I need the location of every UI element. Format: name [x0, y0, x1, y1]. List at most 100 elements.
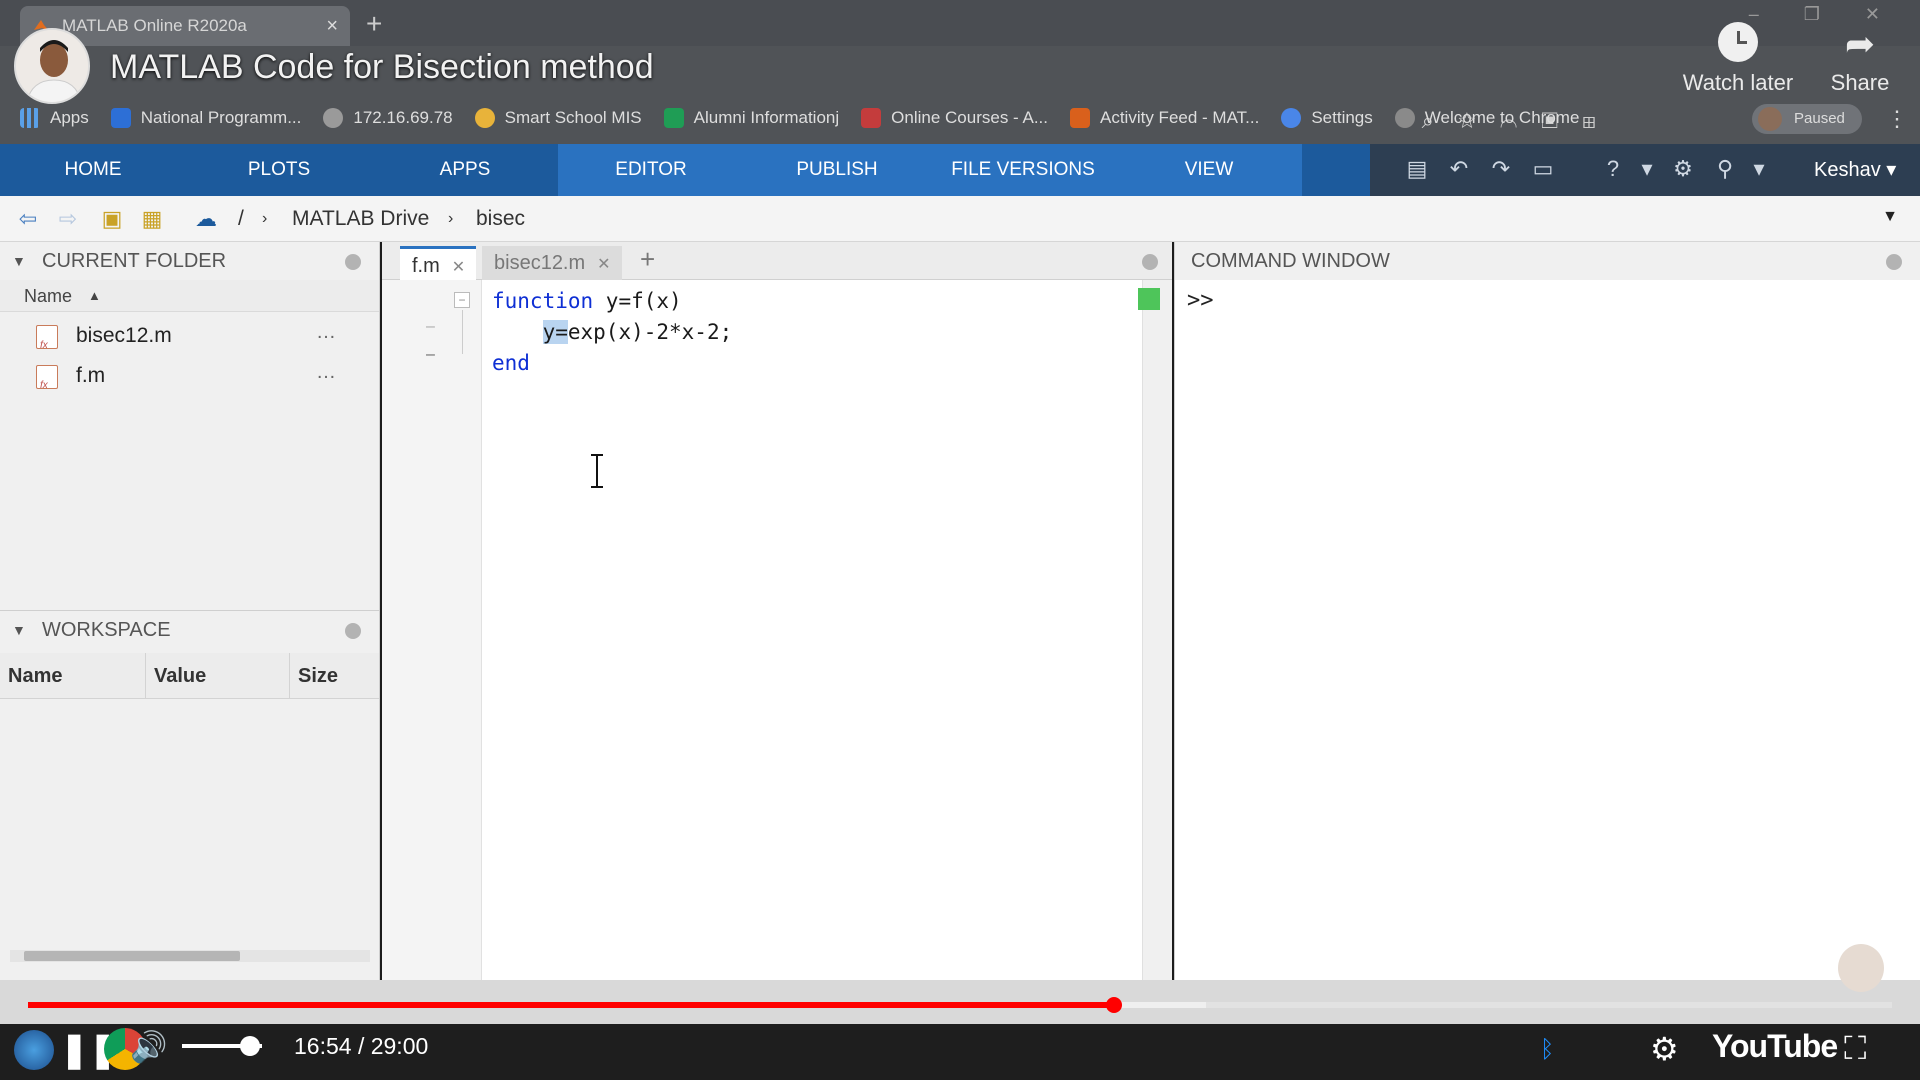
breadcrumb-matlab-drive[interactable]: MATLAB Drive: [292, 207, 429, 231]
close-icon[interactable]: ✕: [452, 259, 465, 276]
windows-start-icon: [14, 1030, 54, 1070]
close-tab-icon[interactable]: ×: [326, 6, 338, 46]
breakpoint-dash[interactable]: –: [426, 318, 435, 336]
fold-line: [462, 310, 463, 354]
tab-editor[interactable]: EDITOR: [558, 144, 744, 196]
chevron-down-icon[interactable]: ▼: [1882, 208, 1898, 226]
user-name: Keshav: [1814, 159, 1881, 181]
file-name: bisec12.m: [76, 324, 172, 347]
chevron-down-icon[interactable]: ▾: [1746, 156, 1772, 182]
panel-options-icon[interactable]: [1886, 254, 1902, 270]
panel-options-icon[interactable]: [1142, 254, 1158, 270]
settings-gear-icon[interactable]: ⚙: [1650, 1030, 1679, 1068]
bookmark-label: Settings: [1311, 108, 1373, 127]
bookmark-national[interactable]: National Programm...: [110, 108, 301, 128]
back-arrow-icon[interactable]: ⇦: [14, 206, 42, 232]
cloud-icon[interactable]: ☁: [192, 206, 220, 232]
search-icon[interactable]: ⚲: [1712, 156, 1738, 182]
file-row[interactable]: bisec12.m …: [30, 318, 350, 364]
bookmarks-bar: Apps National Programm... 172.16.69.78 S…: [0, 100, 1920, 136]
tab-label: f.m: [412, 255, 440, 277]
volume-knob[interactable]: [240, 1036, 260, 1056]
bookmark-settings[interactable]: Settings: [1281, 108, 1373, 128]
sheet-icon: [663, 108, 684, 128]
file-row[interactable]: f.m …: [30, 358, 350, 404]
panel-options-icon[interactable]: [345, 623, 361, 639]
editor-scrollbar[interactable]: [1142, 280, 1172, 980]
courses-icon: [861, 108, 882, 128]
ws-value-column[interactable]: Value: [146, 653, 290, 699]
tab-plots[interactable]: PLOTS: [186, 144, 372, 196]
command-window-body[interactable]: >>: [1175, 280, 1920, 980]
youtube-logo[interactable]: YouTube: [1712, 1028, 1838, 1065]
watch-later-button[interactable]: Watch later: [1672, 22, 1804, 96]
breakpoint-dash[interactable]: –: [426, 346, 435, 364]
chevron-down-icon[interactable]: ▾: [1634, 156, 1660, 182]
breadcrumb-root[interactable]: /: [238, 207, 244, 231]
editor-tab-f[interactable]: f.m ✕: [400, 246, 476, 280]
bookmark-label: Welcome to Chrome: [1424, 108, 1580, 127]
tab-publish[interactable]: PUBLISH: [744, 144, 930, 196]
bookmark-label: Online Courses - A...: [891, 108, 1048, 127]
up-folder-icon[interactable]: ▣: [98, 206, 126, 232]
gear-icon: [1281, 108, 1302, 128]
address-bar: ⇦ ⇨ ▣ ▦ ☁ / › MATLAB Drive › bisec ▼: [0, 196, 1920, 242]
played-range: [28, 1002, 1115, 1008]
editor-tabbar: f.m ✕ bisec12.m ✕ +: [382, 242, 1172, 280]
forward-arrow-icon[interactable]: ⇨: [54, 206, 82, 232]
tab-home[interactable]: HOME: [0, 144, 186, 196]
bookmark-apps[interactable]: Apps: [20, 108, 89, 128]
selected-text: y=: [542, 320, 568, 344]
help-icon[interactable]: ?: [1600, 156, 1626, 182]
more-options-icon[interactable]: …: [316, 314, 336, 350]
code-keyword: function: [492, 289, 594, 313]
code-editor[interactable]: − – – function y=f(x) y=exp(x)-2*x-2; en…: [382, 280, 1172, 980]
bookmark-label: 172.16.69.78: [353, 108, 453, 127]
player-controls: ❚❚ 🔊 ᛒ ⚙ ⛶: [0, 1024, 1920, 1080]
redo-icon[interactable]: ↷: [1488, 156, 1514, 182]
folder-column-header[interactable]: Name ▲: [0, 280, 379, 312]
bookmark-alumni[interactable]: Alumni Informationj: [663, 108, 839, 128]
tab-file-versions[interactable]: FILE VERSIONS: [930, 144, 1116, 196]
breadcrumb-bisec[interactable]: bisec: [476, 207, 525, 231]
command-prompt: >>: [1187, 288, 1214, 313]
undo-icon[interactable]: ↶: [1446, 156, 1472, 182]
more-options-icon[interactable]: …: [316, 354, 336, 390]
bookmark-ip[interactable]: 172.16.69.78: [323, 108, 453, 128]
volume-icon[interactable]: 🔊: [130, 1030, 167, 1065]
screen: MATLAB Online R2020a × + ‒ ❐ ✕ ⌕☆⌒▣⊞ Pau…: [0, 0, 1920, 1080]
browser-tabstrip: MATLAB Online R2020a × + ‒ ❐ ✕: [0, 0, 1920, 46]
editor-tab-bisec12[interactable]: bisec12.m ✕: [482, 246, 622, 280]
clock-icon: [1718, 22, 1758, 62]
new-file-tab-icon[interactable]: +: [640, 244, 655, 275]
apps-grid-icon: [20, 108, 40, 128]
code-text[interactable]: function y=f(x) y=exp(x)-2*x-2; end: [492, 286, 732, 379]
save-icon[interactable]: ▤: [1404, 156, 1430, 182]
video-progress-bar[interactable]: [28, 997, 1892, 1013]
bookmark-online-courses[interactable]: Online Courses - A...: [861, 108, 1048, 128]
user-menu[interactable]: Keshav ▾: [1814, 144, 1896, 196]
scrollbar-thumb[interactable]: [24, 951, 240, 961]
browse-folder-icon[interactable]: ▦: [138, 206, 166, 232]
tab-view[interactable]: VIEW: [1116, 144, 1302, 196]
code-token: exp(x)-2*x-2;: [567, 320, 733, 344]
channel-avatar[interactable]: [14, 28, 90, 104]
share-button[interactable]: ➦ Share: [1820, 26, 1900, 96]
collapse-triangle-icon[interactable]: ▼: [12, 242, 26, 280]
window-layout-icon[interactable]: ▭: [1530, 156, 1556, 182]
new-tab-icon[interactable]: +: [366, 8, 382, 40]
code-fold-icon[interactable]: −: [454, 292, 470, 308]
exit-fullscreen-icon[interactable]: ⛶: [1844, 1030, 1866, 1068]
ws-name-column[interactable]: Name: [0, 653, 146, 699]
tab-apps[interactable]: APPS: [372, 144, 558, 196]
bookmark-activity-feed[interactable]: Activity Feed - MAT...: [1070, 108, 1259, 128]
horizontal-scrollbar[interactable]: [10, 950, 370, 962]
collapse-triangle-icon[interactable]: ▼: [12, 611, 26, 649]
chevron-right-icon: ›: [448, 210, 454, 227]
panel-options-icon[interactable]: [345, 254, 361, 270]
settings-icon[interactable]: ⚙: [1670, 156, 1696, 182]
close-icon[interactable]: ✕: [597, 256, 610, 273]
ws-size-column[interactable]: Size: [290, 653, 380, 699]
bookmark-welcome[interactable]: Welcome to Chrome: [1394, 108, 1580, 128]
bookmark-smart-school[interactable]: Smart School MIS: [474, 108, 642, 128]
